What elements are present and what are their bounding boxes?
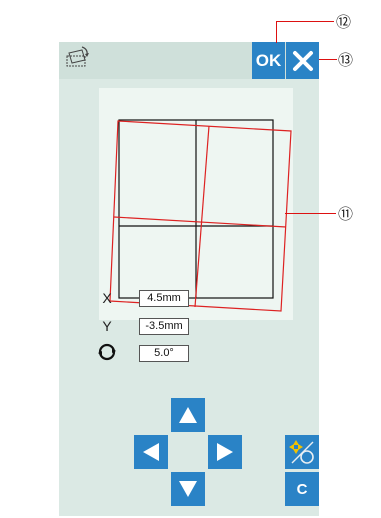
pattern-preview <box>99 88 293 320</box>
x-offset-row: X 4.5mm <box>95 289 189 307</box>
callout-12-leader-h <box>276 21 334 22</box>
callout-11-leader <box>285 213 336 214</box>
callout-13-leader <box>319 59 337 60</box>
y-offset-row: Y -3.5mm <box>95 317 189 335</box>
rotated-frame <box>109 120 292 312</box>
rotate-frame-icon <box>66 46 89 67</box>
arrow-right-icon <box>217 443 233 461</box>
callout-12-leader-v <box>276 21 277 43</box>
close-icon <box>292 50 313 71</box>
y-value: -3.5mm <box>139 317 189 335</box>
move-rotate-toggle-icon <box>289 440 314 464</box>
move-left-button[interactable] <box>134 435 168 469</box>
title-bar: OK <box>59 42 319 79</box>
cancel-button[interactable] <box>286 42 319 79</box>
x-value: 4.5mm <box>139 289 189 307</box>
y-label: Y <box>102 318 112 334</box>
rotation-value: 5.0° <box>139 344 189 362</box>
ok-button[interactable]: OK <box>252 42 285 79</box>
callout-12: ⑫ <box>336 14 352 31</box>
arrow-down-icon <box>179 481 197 497</box>
clear-button[interactable]: C <box>285 472 319 506</box>
screen-panel: OK X 4.5mm Y -3.5mm 5.0° C <box>59 42 319 516</box>
arrow-left-icon <box>143 443 159 461</box>
callout-11: ⑪ <box>338 206 354 223</box>
callout-13: ⑬ <box>338 52 354 69</box>
move-down-button[interactable] <box>171 472 205 506</box>
move-rotate-toggle-button[interactable] <box>285 435 319 469</box>
x-label: X <box>102 290 112 306</box>
arrow-up-icon <box>179 407 197 423</box>
rotation-row: 5.0° <box>95 343 189 364</box>
move-right-button[interactable] <box>208 435 242 469</box>
rotate-circle-icon <box>95 343 119 364</box>
rotated-frame-vertical <box>194 125 210 308</box>
move-up-button[interactable] <box>171 398 205 432</box>
